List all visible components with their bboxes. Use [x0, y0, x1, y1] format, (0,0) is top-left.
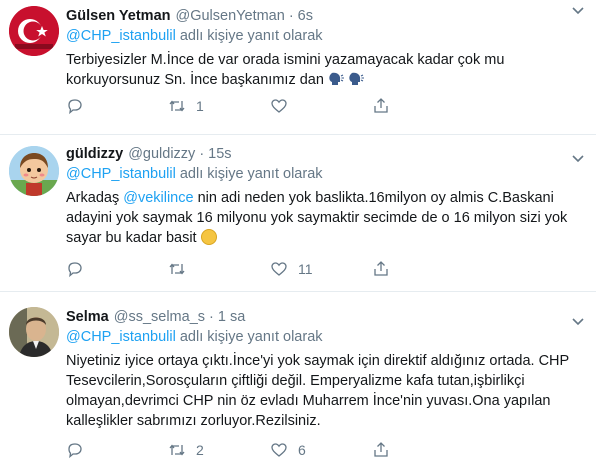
like-count: 11 — [298, 261, 313, 277]
display-name[interactable]: güldizzy — [66, 144, 123, 164]
retweet-icon — [169, 444, 185, 456]
avatar[interactable] — [9, 146, 59, 196]
reply-suffix: adlı kişiye yanıt olarak — [175, 166, 323, 182]
avatar[interactable] — [9, 307, 59, 357]
like-icon — [271, 262, 287, 276]
share-button[interactable] — [372, 97, 474, 115]
reply-mention[interactable]: @CHP_istanbulil — [66, 166, 176, 182]
tweet-selma[interactable]: Selma @ss_selma_s · 1 sa @CHP_istanbulil… — [0, 293, 596, 469]
tweet-gulsen[interactable]: Gülsen Yetman @GulsenYetman · 6s @CHP_is… — [0, 0, 596, 135]
tweet-actions: 1 — [66, 95, 474, 117]
share-icon — [374, 442, 388, 457]
like-button[interactable] — [270, 97, 372, 115]
chevron-down-icon[interactable] — [570, 150, 586, 166]
chevron-down-icon[interactable] — [570, 313, 586, 329]
tweet-guldizzy[interactable]: güldizzy @guldizzy · 15s @CHP_istanbulil… — [0, 136, 596, 292]
retweet-count: 1 — [196, 98, 204, 114]
avatar[interactable] — [9, 6, 59, 56]
tweet-actions: 2 6 — [66, 439, 474, 461]
timestamp[interactable]: 6s — [298, 6, 313, 26]
reply-mention[interactable]: @CHP_istanbulil — [66, 28, 176, 44]
display-name[interactable]: Gülsen Yetman — [66, 6, 171, 26]
speaking-head-emoji-icon — [349, 72, 364, 85]
reply-suffix: adlı kişiye yanıt olarak — [175, 28, 323, 44]
turkish-flag-avatar-image — [9, 6, 59, 56]
separator-dot: · — [209, 309, 214, 325]
separator-dot: · — [199, 146, 205, 162]
retweet-icon — [169, 263, 185, 275]
portrait-photo-avatar-image — [9, 307, 59, 357]
like-icon — [271, 443, 287, 457]
reply-button[interactable] — [66, 260, 168, 278]
reply-suffix: adlı kişiye yanıt olarak — [175, 329, 323, 345]
tweet-text-pre: Arkadaş — [66, 190, 124, 206]
like-button[interactable]: 11 — [270, 260, 372, 278]
user-handle[interactable]: @guldizzy — [128, 144, 195, 164]
share-icon — [374, 98, 388, 113]
share-button[interactable] — [372, 260, 474, 278]
reply-button[interactable] — [66, 97, 168, 115]
reply-icon — [68, 443, 82, 459]
tweet-actions: 11 — [66, 258, 474, 280]
chevron-down-icon[interactable] — [570, 2, 586, 18]
cartoon-girl-avatar-image — [9, 146, 59, 196]
reply-context: @CHP_istanbulil adlı kişiye yanıt olarak — [66, 327, 586, 347]
reply-context: @CHP_istanbulil adlı kişiye yanıt olarak — [66, 26, 586, 46]
separator-dot: · — [288, 8, 294, 24]
share-icon — [374, 261, 388, 276]
reply-icon — [68, 99, 82, 115]
like-button[interactable]: 6 — [270, 441, 372, 459]
timestamp[interactable]: 15s — [208, 144, 231, 164]
speaking-head-emoji-icon — [329, 72, 344, 85]
tweet-text: Terbiyesizler M.İnce de var orada ismini… — [66, 50, 586, 90]
tweet-text-body: Terbiyesizler M.İnce de var orada ismini… — [66, 52, 505, 88]
thinking-face-emoji-icon — [200, 229, 217, 245]
retweet-count: 2 — [196, 442, 204, 458]
reply-mention[interactable]: @CHP_istanbulil — [66, 329, 176, 345]
reply-button[interactable] — [66, 441, 168, 459]
like-icon — [271, 99, 287, 113]
retweet-button[interactable] — [168, 260, 270, 278]
like-count: 6 — [298, 442, 306, 458]
tweet-mention[interactable]: @vekilince — [123, 190, 193, 206]
retweet-button[interactable]: 2 — [168, 441, 270, 459]
display-name[interactable]: Selma — [66, 307, 109, 327]
reply-context: @CHP_istanbulil adlı kişiye yanıt olarak — [66, 164, 586, 184]
tweet-text: Niyetiniz iyice ortaya çıktı.İnce'yi yok… — [66, 353, 569, 429]
user-handle[interactable]: @GulsenYetman — [176, 6, 285, 26]
retweet-icon — [169, 100, 185, 112]
timestamp[interactable]: 1 sa — [218, 307, 245, 327]
retweet-button[interactable]: 1 — [168, 97, 270, 115]
user-handle[interactable]: @ss_selma_s — [114, 307, 205, 327]
reply-icon — [68, 262, 82, 278]
tweet-text: Arkadaş @vekilince nin adi neden yok bas… — [66, 188, 586, 248]
share-button[interactable] — [372, 441, 474, 459]
